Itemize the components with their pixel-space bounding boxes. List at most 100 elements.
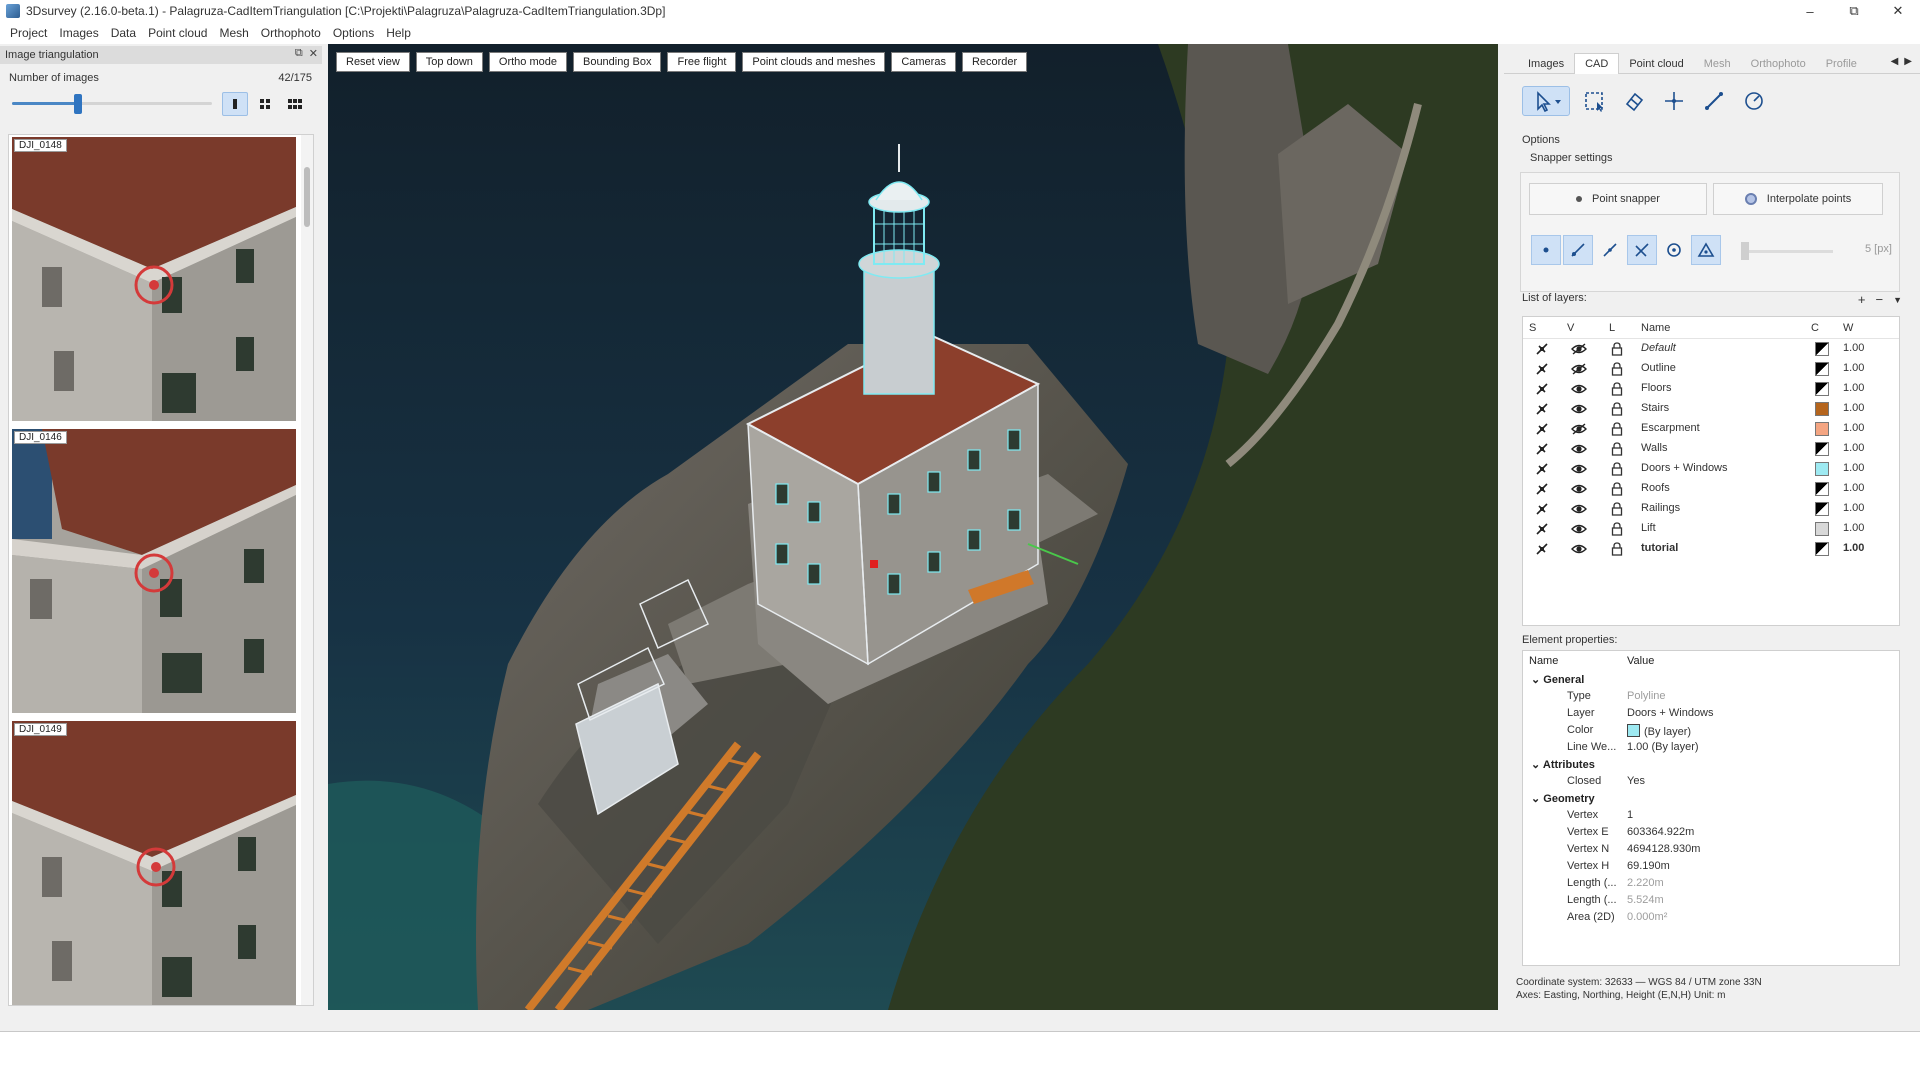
menu-images[interactable]: Images bbox=[53, 22, 104, 44]
undock-icon[interactable]: ⧉ bbox=[295, 47, 303, 60]
tab-point-cloud[interactable]: Point cloud bbox=[1619, 54, 1693, 74]
menu-point-cloud[interactable]: Point cloud bbox=[142, 22, 213, 44]
image-count-slider[interactable] bbox=[12, 102, 212, 105]
lock-icon[interactable] bbox=[1611, 482, 1623, 496]
menu-help[interactable]: Help bbox=[380, 22, 417, 44]
snap-toggle-icon[interactable] bbox=[1535, 482, 1549, 496]
snap-triangle-button[interactable] bbox=[1691, 235, 1721, 265]
box-select-tool-button[interactable] bbox=[1578, 86, 1610, 116]
eye-off-icon[interactable] bbox=[1571, 422, 1587, 436]
menu-project[interactable]: Project bbox=[4, 22, 53, 44]
line-tool-button[interactable] bbox=[1698, 86, 1730, 116]
lock-icon[interactable] bbox=[1611, 382, 1623, 396]
thumbnail-scrollbar[interactable] bbox=[301, 135, 313, 1005]
layer-row[interactable]: Walls 1.00 bbox=[1523, 439, 1899, 459]
minimize-button[interactable]: – bbox=[1788, 0, 1832, 22]
snap-midpoint-button[interactable] bbox=[1595, 235, 1625, 265]
two-column-view-button[interactable] bbox=[252, 92, 278, 116]
layer-color-swatch[interactable] bbox=[1815, 462, 1829, 476]
lock-icon[interactable] bbox=[1611, 402, 1623, 416]
snap-toggle-icon[interactable] bbox=[1535, 342, 1549, 356]
eye-icon[interactable] bbox=[1571, 542, 1587, 556]
layer-color-swatch[interactable] bbox=[1815, 382, 1829, 396]
tab-scroll-right-icon[interactable]: ▶ bbox=[1904, 56, 1912, 67]
tab-images[interactable]: Images bbox=[1518, 54, 1574, 74]
point-tool-button[interactable] bbox=[1658, 86, 1690, 116]
close-panel-icon[interactable]: ✕ bbox=[309, 47, 318, 60]
free-flight-button[interactable]: Free flight bbox=[667, 52, 737, 72]
image-thumbnail[interactable]: DJI_0149 bbox=[12, 721, 296, 1005]
layer-row[interactable]: Railings 1.00 bbox=[1523, 499, 1899, 519]
layer-row[interactable]: Outline 1.00 bbox=[1523, 359, 1899, 379]
tab-orthophoto[interactable]: Orthophoto bbox=[1741, 54, 1816, 74]
scrollbar-handle[interactable] bbox=[304, 167, 310, 227]
tab-profile[interactable]: Profile bbox=[1816, 54, 1867, 74]
layer-row[interactable]: Floors 1.00 bbox=[1523, 379, 1899, 399]
layer-row[interactable]: Escarpment 1.00 bbox=[1523, 419, 1899, 439]
snap-toggle-icon[interactable] bbox=[1535, 362, 1549, 376]
group-label[interactable]: ⌄ General bbox=[1531, 673, 1584, 686]
point-clouds-meshes-button[interactable]: Point clouds and meshes bbox=[742, 52, 886, 72]
snap-toggle-icon[interactable] bbox=[1535, 522, 1549, 536]
recorder-button[interactable]: Recorder bbox=[961, 52, 1028, 72]
tab-cad[interactable]: CAD bbox=[1574, 53, 1620, 74]
lock-icon[interactable] bbox=[1611, 522, 1623, 536]
measure-tool-button[interactable] bbox=[1738, 86, 1770, 116]
snap-toggle-icon[interactable] bbox=[1535, 542, 1549, 556]
eye-icon[interactable] bbox=[1571, 402, 1587, 416]
eye-icon[interactable] bbox=[1571, 522, 1587, 536]
cameras-button[interactable]: Cameras bbox=[891, 52, 956, 72]
select-tool-button[interactable] bbox=[1522, 86, 1570, 116]
snap-toggle-icon[interactable] bbox=[1535, 462, 1549, 476]
menu-options[interactable]: Options bbox=[327, 22, 380, 44]
layer-row[interactable]: tutorial 1.00 bbox=[1523, 539, 1899, 559]
eye-off-icon[interactable] bbox=[1571, 362, 1587, 376]
layer-color-swatch[interactable] bbox=[1815, 542, 1829, 556]
eye-icon[interactable] bbox=[1571, 462, 1587, 476]
layer-color-swatch[interactable] bbox=[1815, 422, 1829, 436]
snap-endpoint-button[interactable] bbox=[1563, 235, 1593, 265]
snap-size-slider[interactable] bbox=[1741, 242, 1833, 260]
layer-color-swatch[interactable] bbox=[1815, 482, 1829, 496]
lock-icon[interactable] bbox=[1611, 442, 1623, 456]
3d-viewport[interactable]: Reset view Top down Ortho mode Bounding … bbox=[328, 44, 1498, 1010]
eye-icon[interactable] bbox=[1571, 502, 1587, 516]
group-label[interactable]: ⌄ Attributes bbox=[1531, 758, 1595, 771]
layer-color-swatch[interactable] bbox=[1815, 362, 1829, 376]
three-column-view-button[interactable] bbox=[282, 92, 308, 116]
lock-icon[interactable] bbox=[1611, 422, 1623, 436]
menu-mesh[interactable]: Mesh bbox=[213, 22, 254, 44]
layer-color-swatch[interactable] bbox=[1815, 522, 1829, 536]
group-label[interactable]: ⌄ Geometry bbox=[1531, 792, 1595, 805]
point-snapper-button[interactable]: Point snapper bbox=[1529, 183, 1707, 215]
snap-center-button[interactable] bbox=[1659, 235, 1689, 265]
snap-toggle-icon[interactable] bbox=[1535, 442, 1549, 456]
layer-row[interactable]: Default 1.00 bbox=[1523, 339, 1899, 359]
layer-menu-chevron-icon[interactable]: ▼ bbox=[1893, 292, 1902, 308]
layer-color-swatch[interactable] bbox=[1815, 342, 1829, 356]
snap-toggle-icon[interactable] bbox=[1535, 382, 1549, 396]
lock-icon[interactable] bbox=[1611, 502, 1623, 516]
layer-row[interactable]: Lift 1.00 bbox=[1523, 519, 1899, 539]
layer-row[interactable]: Roofs 1.00 bbox=[1523, 479, 1899, 499]
top-down-button[interactable]: Top down bbox=[415, 52, 483, 72]
tab-mesh[interactable]: Mesh bbox=[1694, 54, 1741, 74]
bounding-box-button[interactable]: Bounding Box bbox=[572, 52, 662, 72]
snap-toggle-icon[interactable] bbox=[1535, 402, 1549, 416]
lock-icon[interactable] bbox=[1611, 542, 1623, 556]
close-button[interactable]: ✕ bbox=[1876, 0, 1920, 22]
interpolate-points-button[interactable]: Interpolate points bbox=[1713, 183, 1883, 215]
snap-toggle-icon[interactable] bbox=[1535, 422, 1549, 436]
slider-handle[interactable] bbox=[74, 94, 82, 114]
image-thumbnail[interactable]: DJI_0148 bbox=[12, 137, 296, 421]
ortho-mode-button[interactable]: Ortho mode bbox=[488, 52, 567, 72]
snap-intersection-button[interactable] bbox=[1627, 235, 1657, 265]
maximize-button[interactable]: ⧉ bbox=[1832, 0, 1876, 22]
eye-icon[interactable] bbox=[1571, 482, 1587, 496]
single-column-view-button[interactable] bbox=[222, 92, 248, 116]
layer-row[interactable]: Stairs 1.00 bbox=[1523, 399, 1899, 419]
tab-scroll-left-icon[interactable]: ◀ bbox=[1891, 56, 1899, 67]
lock-icon[interactable] bbox=[1611, 462, 1623, 476]
eye-icon[interactable] bbox=[1571, 442, 1587, 456]
eye-off-icon[interactable] bbox=[1571, 342, 1587, 356]
